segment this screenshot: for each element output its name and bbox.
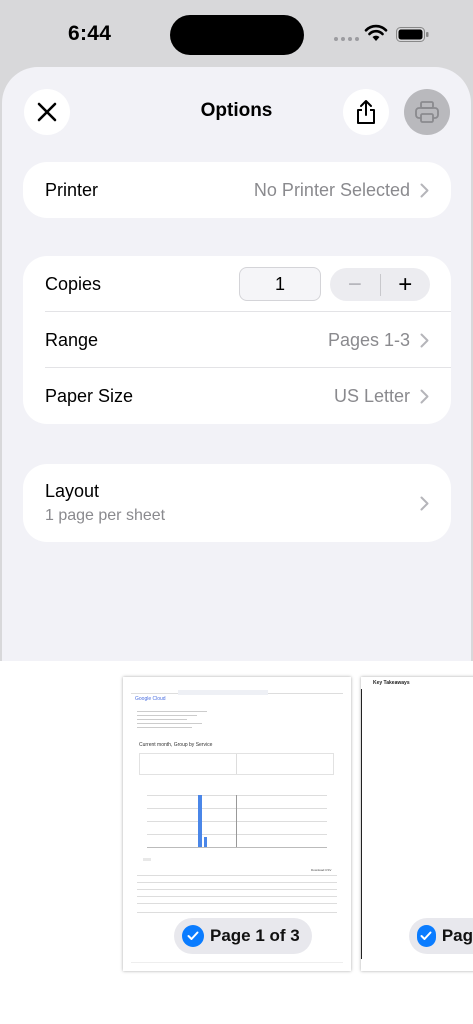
battery-icon	[396, 27, 429, 42]
range-label: Range	[45, 329, 99, 350]
share-button[interactable]	[343, 89, 389, 135]
copies-row: Copies 1 − +	[23, 256, 451, 312]
layout-card: Layout 1 page per sheet	[23, 464, 451, 542]
dynamic-island	[170, 15, 304, 55]
copies-input[interactable]: 1	[239, 267, 321, 301]
decrement-button[interactable]: −	[330, 271, 380, 299]
preview-page2-heading: Key Takeaways	[373, 680, 410, 686]
printer-row[interactable]: Printer No Printer Selected	[23, 162, 451, 218]
page-title: Options	[200, 100, 273, 121]
page-1-badge-label: Page 1 of 3	[210, 926, 300, 945]
chevron-right-icon	[420, 333, 429, 347]
printer-value: No Printer Selected	[253, 179, 410, 200]
status-bar: 6:44	[0, 0, 473, 66]
checkmark-icon	[417, 925, 436, 947]
print-preview-area: Google Cloud Current month, Group by Ser…	[0, 661, 473, 1024]
layout-value: 1 page per sheet	[45, 507, 166, 524]
range-row[interactable]: Range Pages 1-3	[23, 312, 451, 368]
layout-label: Layout	[45, 481, 100, 501]
chevron-right-icon	[420, 389, 429, 403]
preview-brand: Google Cloud	[135, 696, 166, 702]
chevron-right-icon	[420, 183, 429, 197]
cellular-signal-icon	[334, 37, 359, 41]
preview-section-heading: Current month, Group by Service	[139, 742, 213, 748]
page-2-badge: Pag	[409, 918, 473, 954]
copies-stepper: − +	[330, 268, 430, 301]
layout-row[interactable]: Layout 1 page per sheet	[23, 464, 451, 542]
status-time: 6:44	[68, 22, 112, 45]
print-settings-card: Copies 1 − + Range Pages 1-3 Paper Size …	[23, 256, 451, 424]
paper-size-label: Paper Size	[45, 385, 134, 406]
print-options-sheet: Options Printer No Printer Selected Copi…	[2, 67, 471, 661]
share-icon	[357, 100, 375, 124]
print-button[interactable]	[404, 89, 450, 135]
range-value: Pages 1-3	[327, 329, 410, 350]
page-1-badge: Page 1 of 3	[174, 918, 312, 954]
wifi-icon	[364, 24, 388, 41]
paper-size-value: US Letter	[333, 385, 410, 406]
chevron-right-icon	[420, 496, 429, 510]
printer-card: Printer No Printer Selected	[23, 162, 451, 218]
printer-label: Printer	[45, 179, 99, 200]
printer-icon	[415, 101, 439, 123]
paper-size-row[interactable]: Paper Size US Letter	[23, 368, 451, 424]
page-2-badge-label: Pag	[441, 926, 473, 945]
preview-download: Download CSV	[311, 868, 332, 872]
increment-button[interactable]: +	[381, 271, 431, 299]
checkmark-icon	[182, 925, 204, 947]
